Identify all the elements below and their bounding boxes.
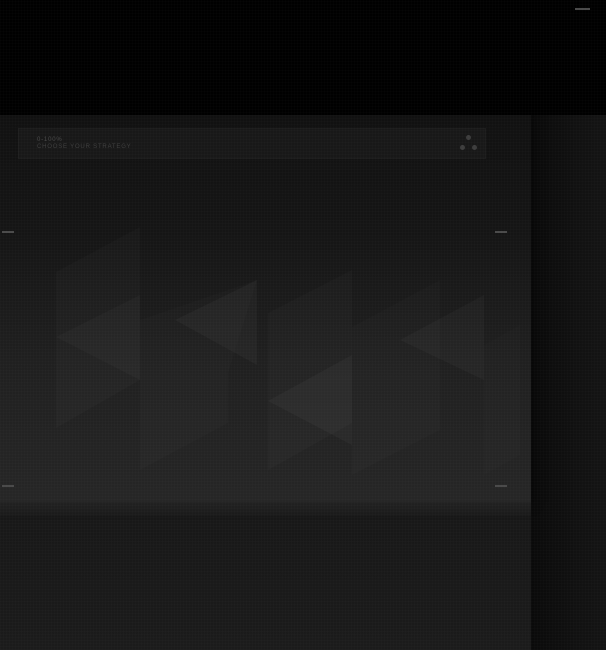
edge-marker-left-top (2, 231, 14, 233)
dot (460, 145, 465, 150)
panel-shadow-strip (0, 502, 531, 516)
game-screen: 0-100% CHOOSE YOUR STRATEGY (0, 0, 606, 650)
side-shadow (531, 115, 606, 650)
rewind-chevrons-icon (0, 115, 531, 502)
chevron-shape (352, 280, 440, 475)
dot (472, 145, 477, 150)
dot (466, 135, 471, 140)
edge-marker-left-bottom (2, 485, 14, 487)
strategy-panel: 0-100% CHOOSE YOUR STRATEGY (0, 115, 531, 502)
chevron-shape (484, 325, 520, 475)
corner-marker-top-right (575, 8, 590, 10)
three-dots-icon[interactable] (459, 135, 479, 153)
edge-marker-right-top (495, 231, 507, 233)
strategy-subtitle: CHOOSE YOUR STRATEGY (37, 144, 132, 150)
strategy-header-bar: 0-100% CHOOSE YOUR STRATEGY (18, 128, 486, 159)
edge-marker-right-bottom (495, 485, 507, 487)
range-label: 0-100% (37, 137, 63, 143)
